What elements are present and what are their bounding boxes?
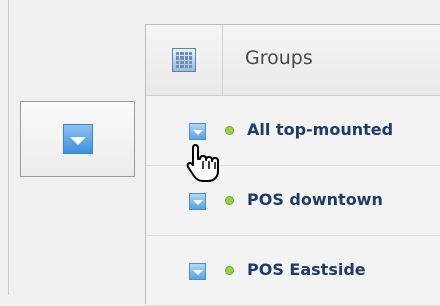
status-dot [225,266,234,275]
dropdown-arrow-icon [62,124,93,154]
left-panel-border [8,0,9,295]
expand-groups-button[interactable] [20,101,135,177]
grid-view-button[interactable] [146,25,223,95]
group-label[interactable]: POS Eastside [247,260,366,279]
groups-list: All top-mounted POS downtown POS Eastsid… [146,96,440,306]
status-dot [225,196,234,205]
group-row-2[interactable]: POS Eastside [146,236,440,306]
grid-icon [172,48,196,72]
group-label[interactable]: POS downtown [247,190,383,209]
dropdown-arrow-icon[interactable] [189,123,206,140]
hand-pointer-icon [186,144,219,182]
dropdown-arrow-icon[interactable] [189,263,206,280]
dropdown-arrow-icon[interactable] [189,193,206,210]
groups-title: Groups [245,47,313,69]
status-dot [225,126,234,135]
group-label[interactable]: All top-mounted [247,120,393,139]
groups-header: Groups [146,25,440,96]
